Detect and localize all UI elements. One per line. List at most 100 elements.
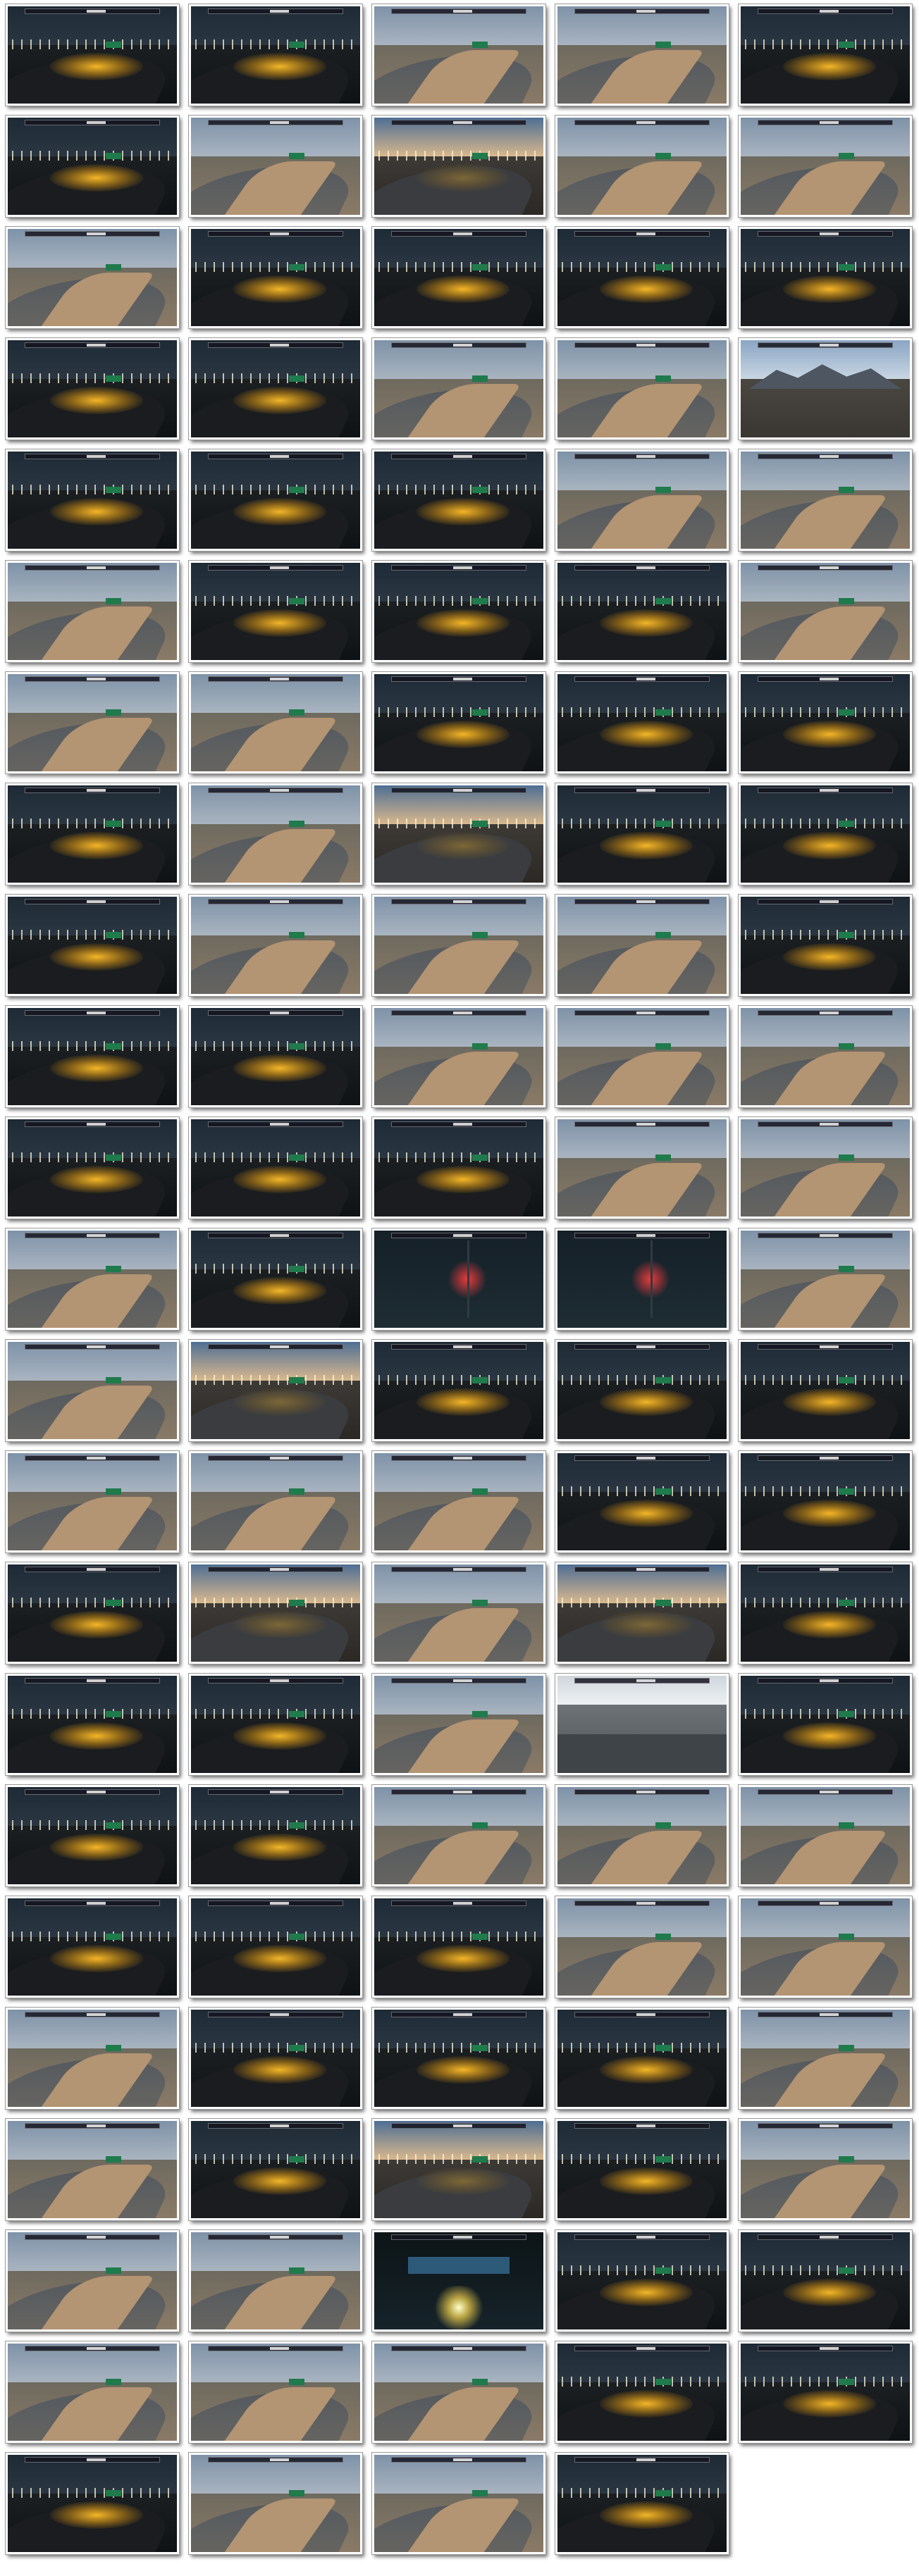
camera-thumbnail[interactable] (5, 2341, 180, 2444)
camera-thumbnail[interactable] (555, 1562, 729, 1665)
camera-thumbnail[interactable] (738, 1450, 913, 1553)
camera-thumbnail[interactable] (555, 2118, 729, 2221)
camera-thumbnail[interactable] (555, 1339, 729, 1442)
camera-thumbnail[interactable] (555, 783, 729, 885)
camera-thumbnail[interactable] (555, 2007, 729, 2110)
camera-thumbnail[interactable] (555, 226, 729, 329)
camera-thumbnail[interactable] (555, 4, 729, 106)
camera-thumbnail[interactable] (371, 783, 546, 885)
camera-thumbnail[interactable] (555, 894, 729, 997)
camera-thumbnail[interactable] (371, 671, 546, 774)
camera-thumbnail[interactable] (5, 1673, 180, 1776)
camera-thumbnail[interactable] (555, 1450, 729, 1553)
camera-thumbnail[interactable] (5, 4, 180, 106)
camera-thumbnail[interactable] (555, 560, 729, 663)
camera-thumbnail[interactable] (188, 2118, 363, 2221)
camera-thumbnail[interactable] (738, 4, 913, 106)
camera-thumbnail[interactable] (555, 115, 729, 218)
camera-thumbnail[interactable] (5, 671, 180, 774)
camera-thumbnail[interactable] (188, 1673, 363, 1776)
camera-thumbnail[interactable] (5, 1562, 180, 1665)
camera-thumbnail[interactable] (5, 337, 180, 440)
camera-thumbnail[interactable] (738, 1339, 913, 1442)
camera-thumbnail[interactable] (188, 1784, 363, 1887)
camera-thumbnail[interactable] (5, 1005, 180, 1108)
camera-thumbnail[interactable] (738, 1116, 913, 1219)
camera-thumbnail[interactable] (371, 1005, 546, 1108)
camera-thumbnail[interactable] (188, 1116, 363, 1219)
camera-thumbnail[interactable] (188, 1562, 363, 1665)
camera-thumbnail[interactable] (371, 894, 546, 997)
camera-thumbnail[interactable] (188, 115, 363, 218)
camera-thumbnail[interactable] (371, 1116, 546, 1219)
camera-thumbnail[interactable] (371, 337, 546, 440)
camera-thumbnail[interactable] (188, 560, 363, 663)
camera-thumbnail[interactable] (738, 2007, 913, 2110)
camera-thumbnail[interactable] (371, 2229, 546, 2332)
camera-thumbnail[interactable] (5, 1784, 180, 1887)
camera-thumbnail[interactable] (5, 1339, 180, 1442)
camera-thumbnail[interactable] (738, 1228, 913, 1331)
camera-thumbnail[interactable] (188, 2007, 363, 2110)
camera-thumbnail[interactable] (555, 1784, 729, 1887)
camera-thumbnail[interactable] (371, 1562, 546, 1665)
camera-thumbnail[interactable] (738, 1562, 913, 1665)
camera-thumbnail[interactable] (738, 1005, 913, 1108)
camera-thumbnail[interactable] (555, 337, 729, 440)
camera-thumbnail[interactable] (555, 2229, 729, 2332)
camera-thumbnail[interactable] (371, 2341, 546, 2444)
camera-thumbnail[interactable] (188, 4, 363, 106)
camera-thumbnail[interactable] (738, 449, 913, 552)
camera-thumbnail[interactable] (371, 1450, 546, 1553)
camera-thumbnail[interactable] (555, 2341, 729, 2444)
camera-thumbnail[interactable] (371, 1784, 546, 1887)
camera-thumbnail[interactable] (188, 1005, 363, 1108)
camera-thumbnail[interactable] (188, 2341, 363, 2444)
camera-thumbnail[interactable] (555, 2452, 729, 2555)
camera-thumbnail[interactable] (371, 2452, 546, 2555)
camera-thumbnail[interactable] (188, 2229, 363, 2332)
camera-thumbnail[interactable] (738, 2341, 913, 2444)
camera-thumbnail[interactable] (5, 2118, 180, 2221)
camera-thumbnail[interactable] (5, 2452, 180, 2555)
camera-thumbnail[interactable] (555, 1116, 729, 1219)
camera-thumbnail[interactable] (738, 226, 913, 329)
camera-thumbnail[interactable] (555, 449, 729, 552)
camera-thumbnail[interactable] (738, 894, 913, 997)
camera-thumbnail[interactable] (5, 560, 180, 663)
camera-thumbnail[interactable] (371, 1339, 546, 1442)
camera-thumbnail[interactable] (371, 2007, 546, 2110)
camera-thumbnail[interactable] (5, 2007, 180, 2110)
camera-thumbnail[interactable] (5, 1450, 180, 1553)
camera-thumbnail[interactable] (738, 1673, 913, 1776)
camera-thumbnail[interactable] (188, 1450, 363, 1553)
camera-thumbnail[interactable] (555, 671, 729, 774)
camera-thumbnail[interactable] (188, 337, 363, 440)
camera-thumbnail[interactable] (188, 1228, 363, 1331)
camera-thumbnail[interactable] (371, 1228, 546, 1331)
camera-thumbnail[interactable] (738, 337, 913, 440)
camera-thumbnail[interactable] (5, 1228, 180, 1331)
camera-thumbnail[interactable] (188, 783, 363, 885)
camera-thumbnail[interactable] (188, 226, 363, 329)
camera-thumbnail[interactable] (5, 783, 180, 885)
camera-thumbnail[interactable] (371, 115, 546, 218)
camera-thumbnail[interactable] (555, 1228, 729, 1331)
camera-thumbnail[interactable] (738, 783, 913, 885)
camera-thumbnail[interactable] (371, 449, 546, 552)
camera-thumbnail[interactable] (5, 1116, 180, 1219)
camera-thumbnail[interactable] (371, 226, 546, 329)
camera-thumbnail[interactable] (738, 1896, 913, 1998)
camera-thumbnail[interactable] (738, 1784, 913, 1887)
camera-thumbnail[interactable] (371, 2118, 546, 2221)
camera-thumbnail[interactable] (738, 560, 913, 663)
camera-thumbnail[interactable] (371, 1896, 546, 1998)
camera-thumbnail[interactable] (555, 1896, 729, 1998)
camera-thumbnail[interactable] (5, 2229, 180, 2332)
camera-thumbnail[interactable] (188, 894, 363, 997)
camera-thumbnail[interactable] (188, 2452, 363, 2555)
camera-thumbnail[interactable] (5, 894, 180, 997)
camera-thumbnail[interactable] (5, 115, 180, 218)
camera-thumbnail[interactable] (555, 1673, 729, 1776)
camera-thumbnail[interactable] (188, 449, 363, 552)
